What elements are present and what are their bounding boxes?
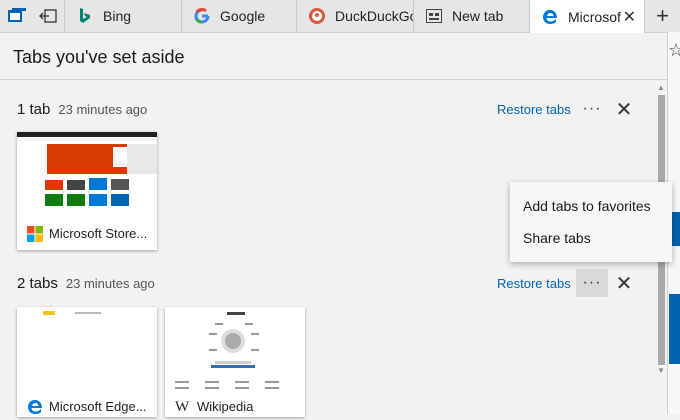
microsoft-logo-icon bbox=[27, 226, 43, 242]
tab-card[interactable]: W Wikipedia bbox=[165, 307, 305, 417]
bing-icon bbox=[77, 8, 93, 24]
tab-card[interactable]: Microsoft Edge... bbox=[17, 307, 157, 417]
edge-icon bbox=[27, 399, 43, 415]
group-tab-count: 1 tab bbox=[17, 101, 51, 118]
page-thumbnail bbox=[17, 307, 157, 395]
edge-icon bbox=[542, 9, 558, 25]
scroll-down-icon[interactable]: ▼ bbox=[656, 366, 666, 375]
page-background-block bbox=[669, 294, 680, 364]
tab-duckduckgo[interactable]: DuckDuckGo bbox=[296, 0, 413, 32]
tab-preview-icon[interactable] bbox=[6, 0, 28, 32]
tab-card-title: Microsoft Edge... bbox=[49, 399, 147, 414]
scroll-up-icon[interactable]: ▲ bbox=[656, 83, 666, 92]
group-time: 23 minutes ago bbox=[65, 276, 155, 291]
close-tab-icon[interactable]: ✕ bbox=[623, 7, 636, 27]
tab-microsoft[interactable]: Microsof ✕ bbox=[529, 0, 645, 33]
page-thumbnail bbox=[17, 132, 157, 220]
menu-item-share-tabs[interactable]: Share tabs bbox=[523, 230, 591, 246]
tab-google[interactable]: Google bbox=[181, 0, 296, 32]
favorite-star-icon[interactable]: ☆ bbox=[668, 40, 680, 61]
tab-bing[interactable]: Bing bbox=[64, 0, 181, 32]
more-options-button[interactable]: ··· bbox=[576, 95, 608, 123]
restore-tabs-link[interactable]: Restore tabs bbox=[497, 102, 571, 117]
group-tab-count: 2 tabs bbox=[17, 275, 58, 292]
tab-title: Bing bbox=[103, 8, 132, 24]
tab-card-title: Wikipedia bbox=[197, 399, 254, 414]
tab-title: New tab bbox=[452, 8, 504, 24]
tab-bar: Bing Google DuckDuckGo New tab Microsof … bbox=[0, 0, 680, 33]
remove-group-close-icon[interactable]: ✕ bbox=[612, 271, 636, 295]
set-aside-tabs-icon[interactable] bbox=[36, 0, 60, 32]
tab-title: DuckDuckGo bbox=[335, 8, 413, 24]
menu-item-add-to-favorites[interactable]: Add tabs to favorites bbox=[523, 198, 651, 214]
tab-title: Microsof bbox=[568, 8, 621, 25]
google-icon bbox=[194, 8, 210, 24]
tab-title: Google bbox=[220, 8, 266, 24]
tab-card[interactable]: Microsoft Store... bbox=[17, 132, 157, 250]
divider bbox=[0, 79, 667, 80]
remove-group-close-icon[interactable]: ✕ bbox=[612, 97, 636, 121]
wikipedia-icon: W bbox=[175, 399, 190, 415]
panel-title: Tabs you've set aside bbox=[13, 47, 185, 67]
group-header: 1 tab 23 minutes ago bbox=[17, 101, 147, 118]
tab-new-tab[interactable]: New tab bbox=[413, 0, 529, 32]
restore-tabs-link[interactable]: Restore tabs bbox=[497, 276, 571, 291]
page-thumbnail bbox=[165, 307, 305, 395]
newtab-icon bbox=[426, 8, 442, 24]
group-options-menu: Add tabs to favorites Share tabs bbox=[510, 182, 672, 262]
more-options-button[interactable]: ··· bbox=[576, 269, 608, 297]
duckduckgo-icon bbox=[309, 8, 325, 24]
group-header: 2 tabs 23 minutes ago bbox=[17, 275, 155, 292]
tab-card-title: Microsoft Store... bbox=[49, 226, 148, 241]
new-tab-button[interactable]: + bbox=[645, 0, 680, 32]
group-time: 23 minutes ago bbox=[58, 102, 148, 117]
